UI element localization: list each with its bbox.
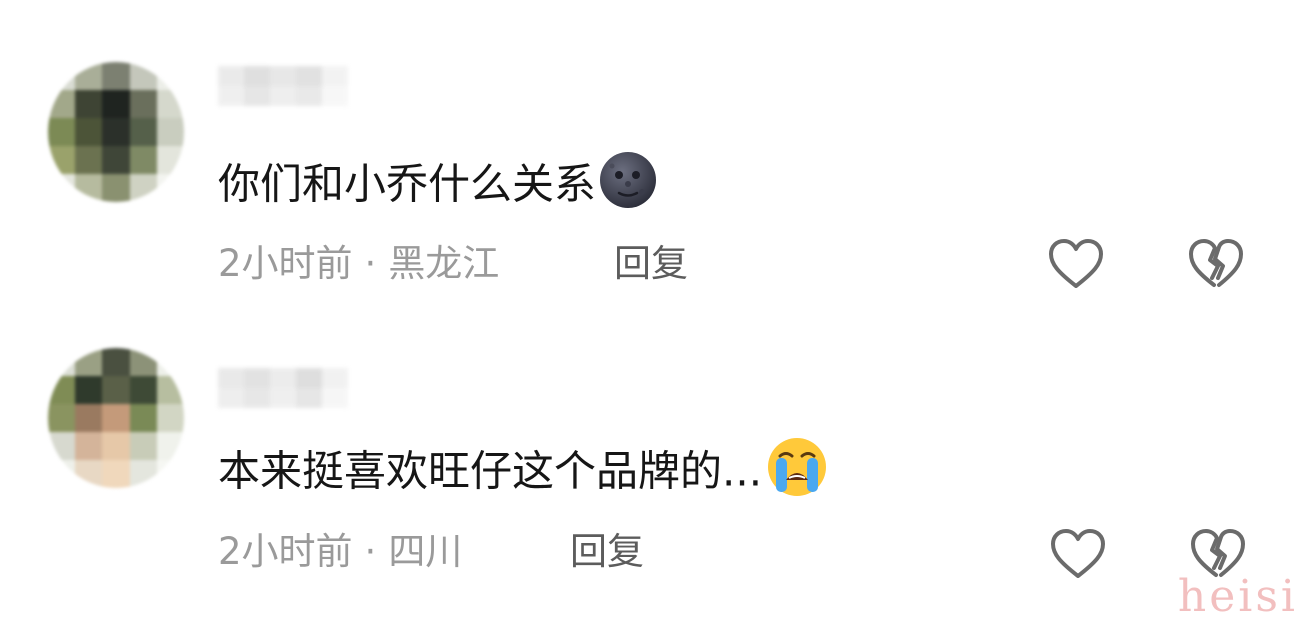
comment-time: 2小时前 (218, 530, 353, 573)
avatar[interactable] (48, 62, 184, 202)
username-blurred[interactable] (218, 368, 348, 408)
comment-text: 本来挺喜欢旺仔这个品牌的... (218, 436, 830, 512)
like-button[interactable] (1048, 526, 1108, 582)
comment-location: 黑龙江 (388, 242, 500, 285)
like-button[interactable] (1046, 236, 1106, 292)
meta-separator: · (364, 242, 377, 285)
heart-outline-icon (1051, 529, 1105, 578)
comment-meta: 2小时前 · 黑龙江 (218, 238, 499, 290)
comment-text: 你们和小乔什么关系 (218, 150, 658, 224)
username-blurred[interactable] (218, 66, 348, 106)
heart-outline-icon (1049, 239, 1103, 288)
watermark: heisi (1177, 571, 1298, 622)
broken-heart-outline-icon (1189, 239, 1243, 287)
avatar[interactable] (48, 348, 184, 488)
dislike-button[interactable] (1186, 236, 1246, 292)
comment-meta: 2小时前 · 四川 (218, 526, 462, 578)
comment-location: 四川 (388, 530, 463, 573)
reply-button[interactable]: 回复 (570, 526, 644, 578)
comment-time: 2小时前 (218, 242, 353, 285)
meta-separator: · (364, 530, 377, 573)
new-moon-face-emoji (598, 150, 658, 224)
loudly-crying-face-emoji (764, 436, 830, 512)
reply-button[interactable]: 回复 (614, 238, 688, 290)
